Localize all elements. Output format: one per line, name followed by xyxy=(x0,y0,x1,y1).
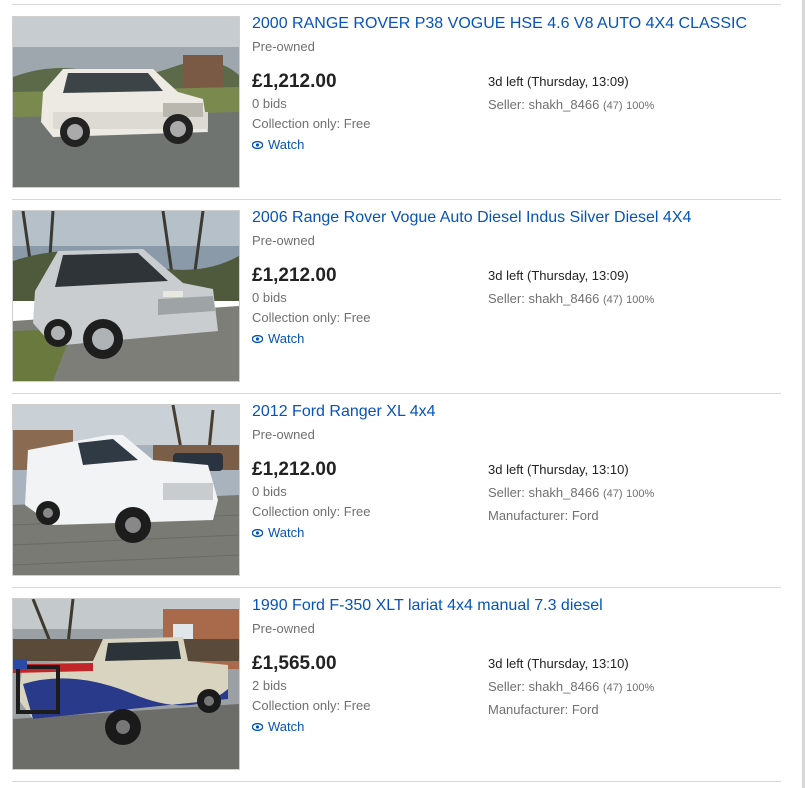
listing-item: 1990 Ford F-350 XLT lariat 4x4 manual 7.… xyxy=(12,587,781,782)
seller-feedback-count: (47) xyxy=(602,682,623,694)
watch-button[interactable]: Watch xyxy=(252,331,304,346)
seller-name[interactable]: shakh_8466 xyxy=(528,291,599,306)
item-manufacturer: Manufacturer: Ford xyxy=(488,702,599,717)
white-ford-ranger-photo xyxy=(13,405,239,575)
seller-feedback-count: (47) xyxy=(602,100,623,112)
seller-prefix: Seller: xyxy=(488,97,529,112)
listing-bids: 0 bids xyxy=(252,290,287,305)
seller-feedback-percent: 100% xyxy=(626,682,655,694)
listing-image[interactable] xyxy=(12,404,240,576)
listing-title[interactable]: 2006 Range Rover Vogue Auto Diesel Indus… xyxy=(252,209,691,227)
seller-name[interactable]: shakh_8466 xyxy=(528,485,599,500)
seller-info: Seller: shakh_8466 (47) 100% xyxy=(488,679,654,694)
seller-prefix: Seller: xyxy=(488,485,529,500)
seller-prefix: Seller: xyxy=(488,679,529,694)
listing-item: 2006 Range Rover Vogue Auto Diesel Indus… xyxy=(12,199,781,394)
watch-button[interactable]: Watch xyxy=(252,719,304,734)
listing-item: 2000 RANGE ROVER P38 VOGUE HSE 4.6 V8 AU… xyxy=(12,5,781,200)
seller-info: Seller: shakh_8466 (47) 100% xyxy=(488,291,654,306)
listing-bids: 2 bids xyxy=(252,678,287,693)
listing-shipping: Collection only: Free xyxy=(252,310,371,325)
listing-item: 2012 Ford Ranger XL 4x4 Pre-owned £1,212… xyxy=(12,393,781,588)
listing-shipping: Collection only: Free xyxy=(252,698,371,713)
listing-bids: 0 bids xyxy=(252,484,287,499)
listing-shipping: Collection only: Free xyxy=(252,116,371,131)
listing-condition: Pre-owned xyxy=(252,621,315,636)
watch-label: Watch xyxy=(268,331,305,346)
seller-feedback-percent: 100% xyxy=(626,294,655,306)
time-left: 3d left (Thursday, 13:10) xyxy=(488,656,629,671)
silver-range-rover-photo xyxy=(13,211,239,381)
listing-title[interactable]: 2012 Ford Ranger XL 4x4 xyxy=(252,403,436,421)
listing-shipping: Collection only: Free xyxy=(252,504,371,519)
eye-icon xyxy=(252,528,263,537)
seller-prefix: Seller: xyxy=(488,291,529,306)
seller-info: Seller: shakh_8466 (47) 100% xyxy=(488,97,654,112)
watch-label: Watch xyxy=(268,525,305,540)
listing-title[interactable]: 1990 Ford F-350 XLT lariat 4x4 manual 7.… xyxy=(252,597,603,615)
listing-price: £1,212.00 xyxy=(252,71,337,92)
seller-feedback-count: (47) xyxy=(602,488,623,500)
eye-icon xyxy=(252,334,263,343)
listing-condition: Pre-owned xyxy=(252,39,315,54)
white-range-rover-photo xyxy=(13,17,239,187)
seller-name[interactable]: shakh_8466 xyxy=(528,97,599,112)
eye-icon xyxy=(252,722,263,731)
seller-info: Seller: shakh_8466 (47) 100% xyxy=(488,485,654,500)
watch-button[interactable]: Watch xyxy=(252,137,304,152)
seller-feedback-percent: 100% xyxy=(626,100,655,112)
seller-name[interactable]: shakh_8466 xyxy=(528,679,599,694)
listing-price: £1,565.00 xyxy=(252,653,337,674)
listing-price: £1,212.00 xyxy=(252,459,337,480)
time-left: 3d left (Thursday, 13:10) xyxy=(488,462,629,477)
watch-button[interactable]: Watch xyxy=(252,525,304,540)
ford-f350-pickup-photo xyxy=(13,599,239,769)
listing-bids: 0 bids xyxy=(252,96,287,111)
watch-label: Watch xyxy=(268,719,305,734)
listing-image[interactable] xyxy=(12,210,240,382)
listing-price: £1,212.00 xyxy=(252,265,337,286)
item-manufacturer: Manufacturer: Ford xyxy=(488,508,599,523)
seller-feedback-percent: 100% xyxy=(626,488,655,500)
eye-icon xyxy=(252,140,263,149)
seller-feedback-count: (47) xyxy=(602,294,623,306)
time-left: 3d left (Thursday, 13:09) xyxy=(488,268,629,283)
watch-label: Watch xyxy=(268,137,305,152)
time-left: 3d left (Thursday, 13:09) xyxy=(488,74,629,89)
listing-image[interactable] xyxy=(12,16,240,188)
listing-image[interactable] xyxy=(12,598,240,770)
listing-condition: Pre-owned xyxy=(252,427,315,442)
listing-condition: Pre-owned xyxy=(252,233,315,248)
listing-title[interactable]: 2000 RANGE ROVER P38 VOGUE HSE 4.6 V8 AU… xyxy=(252,15,747,33)
